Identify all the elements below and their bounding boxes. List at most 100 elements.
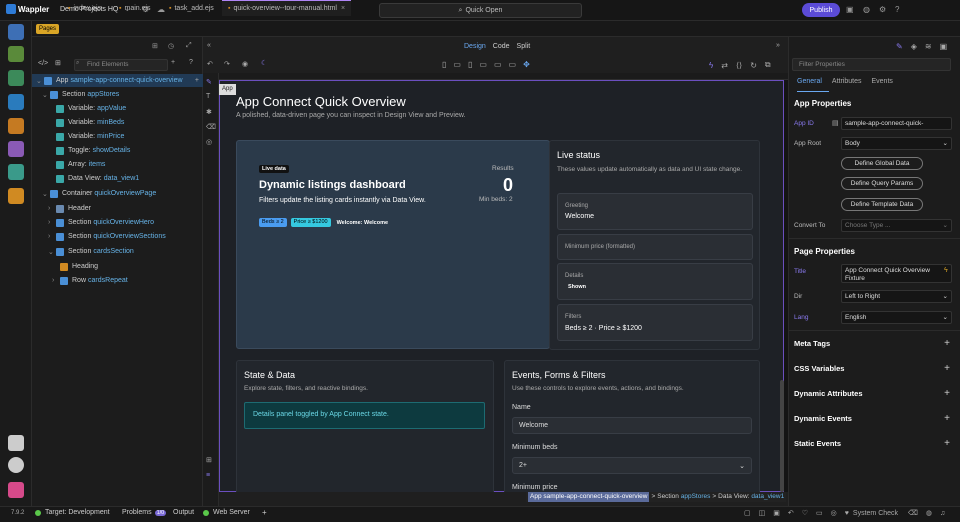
bell-icon[interactable]: ♫ [940, 510, 945, 517]
beds-select[interactable]: 2+ ⌄ [512, 457, 752, 474]
name-input[interactable]: Welcome [512, 417, 752, 434]
tree-icon[interactable]: ⊞ [55, 59, 61, 67]
window-icon[interactable]: ▢ [744, 509, 751, 517]
phone-landscape-icon[interactable]: ▭ [453, 60, 461, 69]
flow-icon[interactable]: ⇄ [721, 61, 728, 70]
text-icon[interactable]: T [206, 93, 210, 100]
grid-icon[interactable]: ⊞ [206, 456, 212, 464]
help-icon[interactable]: ? [895, 5, 899, 14]
tree-item[interactable]: Variable: appValue [56, 102, 126, 115]
help-icon[interactable]: ? [189, 59, 193, 66]
image-icon[interactable]: ▣ [773, 509, 780, 517]
tab-main[interactable]: ▪ main.ejs [113, 0, 157, 16]
publish-button[interactable]: Publish [802, 3, 840, 17]
tab-attributes[interactable]: Attributes [832, 78, 862, 85]
settings-icon[interactable]: ⚙ [879, 5, 886, 14]
define-template-data-button[interactable]: Define Template Data [841, 198, 923, 211]
collapse-right-icon[interactable]: » [776, 42, 780, 49]
eye-icon[interactable]: ◎ [206, 138, 212, 146]
close-icon[interactable]: × [341, 5, 345, 12]
fullscreen-icon[interactable]: ⤢ [186, 42, 192, 50]
breadcrumb-section[interactable]: Section appStores [657, 492, 710, 502]
tree-item[interactable]: › Header [48, 202, 91, 215]
pro-icon[interactable] [8, 482, 24, 498]
meta-tags-section[interactable]: Meta Tags + [788, 336, 960, 350]
split-icon[interactable]: ◫ [759, 509, 766, 517]
tree-item-app[interactable]: ⌄ App sample-app-connect-quick-overview + [32, 74, 203, 87]
refresh-icon[interactable]: ↻ [750, 61, 757, 70]
edit-props-icon[interactable]: ✎ [896, 42, 903, 51]
tree-item[interactable]: ⌄ Container quickOverviewPage [42, 187, 156, 200]
tree-item[interactable]: ⌄ Section appStores [42, 88, 119, 101]
tree-item[interactable]: Variable: minPrice [56, 130, 124, 143]
design-icon[interactable] [8, 141, 24, 157]
pages-icon[interactable] [8, 24, 24, 40]
tab-task-add[interactable]: ▪ task_add.ejs [163, 0, 220, 16]
find-elements-input[interactable]: Find Elements [74, 59, 168, 71]
filter-properties-input[interactable]: Filter Properties [792, 58, 951, 71]
history-icon[interactable]: ◷ [168, 42, 174, 50]
design-view-tab[interactable]: Design [464, 43, 486, 50]
canvas-scrollbar[interactable] [780, 380, 784, 492]
layers-icon[interactable] [8, 164, 24, 180]
define-global-data-button[interactable]: Define Global Data [841, 157, 923, 170]
phone-icon[interactable]: ▯ [442, 60, 446, 69]
tab-quick-overview[interactable]: ▪ quick-overview--tour-manual.html × [222, 0, 352, 16]
bug-icon[interactable]: ✱ [206, 108, 212, 116]
quick-open-button[interactable]: ⌕ Quick Open [379, 3, 582, 18]
extensions-icon[interactable] [8, 435, 24, 451]
git-icon[interactable] [8, 46, 24, 62]
tree-item[interactable]: › Row cardsRepeat [52, 274, 128, 287]
like-icon[interactable]: ♡ [802, 509, 808, 517]
ai-bot-icon[interactable] [8, 188, 24, 204]
tree-item[interactable]: Variable: minBeds [56, 116, 124, 129]
database-icon[interactable] [8, 94, 24, 110]
add-icon[interactable]: + [195, 77, 199, 84]
app-id-input[interactable]: sample-app-connect-quick-overview [841, 117, 952, 130]
settings-rail-icon[interactable] [8, 457, 24, 473]
dir-select[interactable]: Left to Right ⌄ [841, 290, 952, 303]
preview-icon[interactable]: ⧉ [765, 60, 771, 70]
dynamic-attributes-section[interactable]: Dynamic Attributes + [788, 386, 960, 400]
tree-item[interactable]: Array: items [56, 158, 105, 171]
undo-icon[interactable]: ↶ [207, 60, 213, 68]
code-view-tab[interactable]: Code [493, 43, 510, 50]
title-input[interactable]: App Connect Quick Overview Fixture [841, 264, 952, 283]
problems-button[interactable]: Problems 1/0 [122, 509, 167, 516]
responsive-icon[interactable]: ✥ [523, 60, 530, 69]
tablet-icon[interactable]: ▯ [468, 60, 472, 69]
moon-icon[interactable]: ☾ [261, 59, 267, 67]
dynamic-data-icon[interactable]: ϟ [944, 267, 948, 274]
dynamic-events-section[interactable]: Dynamic Events + [788, 411, 960, 425]
collapse-left-icon[interactable]: « [207, 42, 211, 49]
output-button[interactable]: Output [173, 509, 194, 516]
target-selector[interactable]: Target: Development [35, 509, 110, 516]
assets-icon[interactable]: ▣ [940, 42, 948, 51]
system-check-label[interactable]: System Check [853, 510, 898, 517]
layers-toggle-icon[interactable]: ≡ [206, 472, 210, 479]
tree-item[interactable]: Heading [60, 260, 98, 273]
tree-item[interactable]: ⌄ Section cardsSection [48, 245, 134, 258]
lightning-icon[interactable]: ϟ [709, 61, 713, 70]
app-page[interactable]: App Connect Quick Overview A polished, d… [219, 80, 784, 492]
laptop-icon[interactable]: ▭ [479, 60, 487, 69]
layers-icon[interactable]: ≋ [925, 42, 932, 51]
theme-drop-icon[interactable]: ◍ [863, 5, 870, 14]
add-icon[interactable]: + [262, 508, 267, 517]
split-view-tab[interactable]: Split [517, 43, 531, 50]
tab-general[interactable]: General [797, 78, 822, 85]
tree-item[interactable]: › Section quickOverviewSections [48, 230, 166, 243]
hero-card[interactable]: Live data Dynamic listings dashboard Fil… [236, 140, 550, 349]
broadcast-icon[interactable]: ◎ [831, 509, 837, 517]
tree-item[interactable]: Toggle: showDetails [56, 144, 130, 157]
edit-icon[interactable]: ✎ [206, 78, 212, 86]
comment-icon[interactable]: ▭ [816, 509, 823, 517]
wide-desktop-icon[interactable]: ▭ [509, 60, 517, 69]
add-element-icon[interactable]: + [171, 59, 175, 66]
trash-icon[interactable]: ⌫ [206, 123, 216, 131]
camera-icon[interactable]: ◉ [242, 60, 248, 68]
code-tag-icon[interactable]: ⟨⟩ [736, 61, 742, 70]
flows-icon[interactable] [8, 70, 24, 86]
routing-icon[interactable] [8, 118, 24, 134]
desktop-icon[interactable]: ▭ [494, 60, 502, 69]
